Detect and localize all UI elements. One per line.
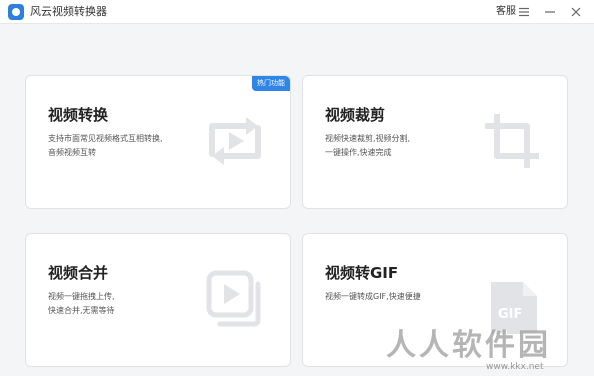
gif-icon: GIF [487,278,541,342]
card-description: 视频一键转成GIF,快速便捷 [325,290,495,304]
card-desc-line: 快速合并,无需等待 [48,306,115,315]
card-desc-line: 支持市面常见视频格式互相转换, [48,134,163,143]
hot-feature-badge: 热门功能 [252,76,290,91]
card-desc-line: 视频快速裁剪,视频分割, [325,134,411,143]
card-video-convert[interactable]: 热门功能 视频转换 支持市面常见视频格式互相转换, 音频视频互转 [25,75,291,209]
card-desc-line: 音频视频互转 [48,148,96,157]
minimize-icon[interactable] [542,4,558,20]
card-title: 视频裁剪 [325,106,386,124]
card-desc-line: 视频一键转成GIF,快速便捷 [325,292,421,301]
card-description: 支持市面常见视频格式互相转换, 音频视频互转 [48,132,198,160]
card-description: 视频快速裁剪,视频分割, 一键操作,快速完成 [325,132,475,160]
close-icon[interactable] [568,4,584,20]
merge-icon [206,270,264,332]
menu-icon[interactable] [516,4,532,20]
card-desc-line: 视频一键拖拽上传, [48,292,115,301]
card-desc-line: 一键操作,快速完成 [325,148,392,157]
convert-icon [206,112,264,174]
title-bar: 风云视频转换器 客服 [0,0,594,24]
card-title: 视频转GIF [325,264,399,282]
gif-icon-label: GIF [498,307,522,322]
card-title: 视频转换 [48,106,109,124]
crop-icon [483,112,541,174]
card-description: 视频一键拖拽上传, 快速合并,无需等待 [48,290,198,318]
card-video-merge[interactable]: 视频合并 视频一键拖拽上传, 快速合并,无需等待 [25,233,291,367]
app-title: 风云视频转换器 [30,5,107,18]
customer-service-button[interactable]: 客服 [496,5,516,19]
card-video-crop[interactable]: 视频裁剪 视频快速裁剪,视频分割, 一键操作,快速完成 [302,75,568,209]
card-video-to-gif[interactable]: 视频转GIF 视频一键转成GIF,快速便捷 GIF [302,233,568,367]
app-logo-icon [8,4,24,20]
card-title: 视频合并 [48,264,109,282]
